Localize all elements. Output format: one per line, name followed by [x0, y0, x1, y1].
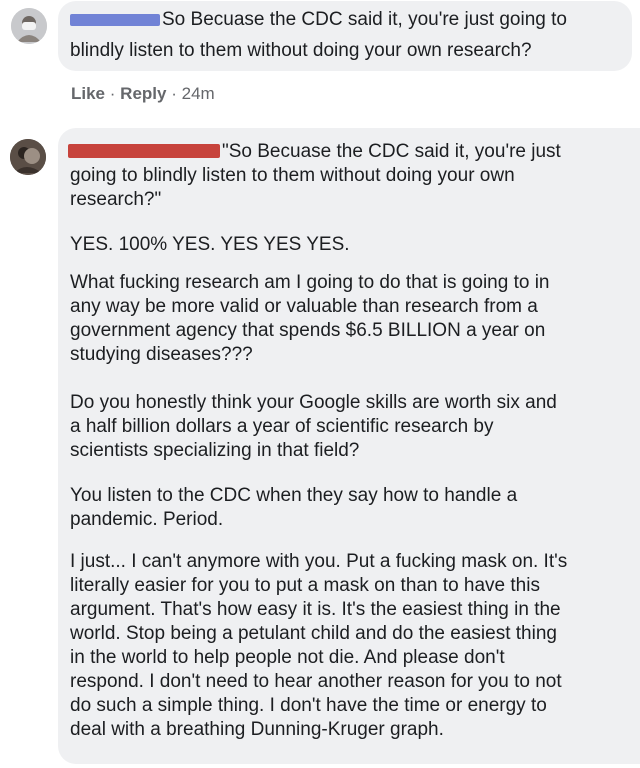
redacted-author-name	[70, 14, 160, 26]
profile-photo-icon	[11, 8, 47, 44]
paragraph: I just... I can't anymore with you. Put …	[70, 550, 567, 742]
paragraph-line: respond. I don't need to hear another re…	[70, 671, 562, 692]
quoted-text: going to blindly listen to them without …	[70, 164, 515, 212]
paragraph: What fucking research am I going to do t…	[70, 271, 550, 367]
paragraph: You listen to the CDC when they say how …	[70, 484, 517, 532]
paragraph-line: a half billion dollars a year of scienti…	[70, 416, 494, 437]
avatar[interactable]	[11, 8, 47, 44]
separator: ·	[109, 84, 116, 103]
paragraph-line: You listen to the CDC when they say how …	[70, 485, 518, 506]
quoted-text-line: going to blindly listen to them without …	[70, 165, 515, 186]
like-link[interactable]: Like	[71, 84, 105, 103]
paragraph-line: government agency that spends $6.5 BILLI…	[70, 320, 546, 341]
paragraph-line: I just... I can't anymore with you. Put …	[70, 551, 568, 572]
avatar[interactable]	[10, 139, 46, 175]
paragraph-line: What fucking research am I going to do t…	[70, 272, 550, 293]
quoted-text-line: "So Becuase the CDC said it, you're just	[222, 141, 561, 162]
paragraph-line: world. Stop being a petulant child and d…	[70, 623, 557, 644]
comment-text-line: So Becuase the CDC said it, you're just …	[162, 9, 567, 30]
paragraph: Do you honestly think your Google skills…	[70, 391, 557, 463]
comment-text-line: blindly listen to them without doing you…	[70, 40, 532, 61]
reply-link[interactable]: Reply	[120, 84, 166, 103]
paragraph-line: YES. 100% YES. YES YES YES.	[70, 234, 350, 255]
quoted-text-line: research?"	[70, 189, 162, 210]
separator: ·	[171, 84, 177, 103]
comment-bubble: So Becuase the CDC said it, you're just …	[58, 1, 632, 71]
paragraph-line: Do you honestly think your Google skills…	[70, 392, 557, 413]
paragraph-line: any way be more valid or valuable than r…	[70, 296, 538, 317]
redacted-author-name	[68, 144, 220, 158]
paragraph-line: studying diseases???	[70, 344, 253, 365]
paragraph-line: pandemic. Period.	[70, 509, 224, 530]
paragraph-line: deal with a breathing Dunning-Kruger gra…	[70, 719, 444, 740]
paragraph-line: scientists specializing in that field?	[70, 440, 360, 461]
paragraph-line: do such a simple thing. I don't have the…	[70, 695, 547, 716]
timestamp[interactable]: 24m	[182, 84, 215, 103]
paragraph-line: in the world to help people not die. And…	[70, 647, 505, 668]
paragraph: YES. 100% YES. YES YES YES.	[70, 233, 350, 257]
profile-photo-icon	[10, 139, 46, 175]
paragraph-line: argument. That's how easy it is. It's th…	[70, 599, 561, 620]
comment-actions: Like · Reply · 24m	[71, 84, 215, 104]
paragraph-line: literally easier for you to put a mask o…	[70, 575, 540, 596]
comment-bubble: "So Becuase the CDC said it, you're just…	[58, 128, 640, 764]
